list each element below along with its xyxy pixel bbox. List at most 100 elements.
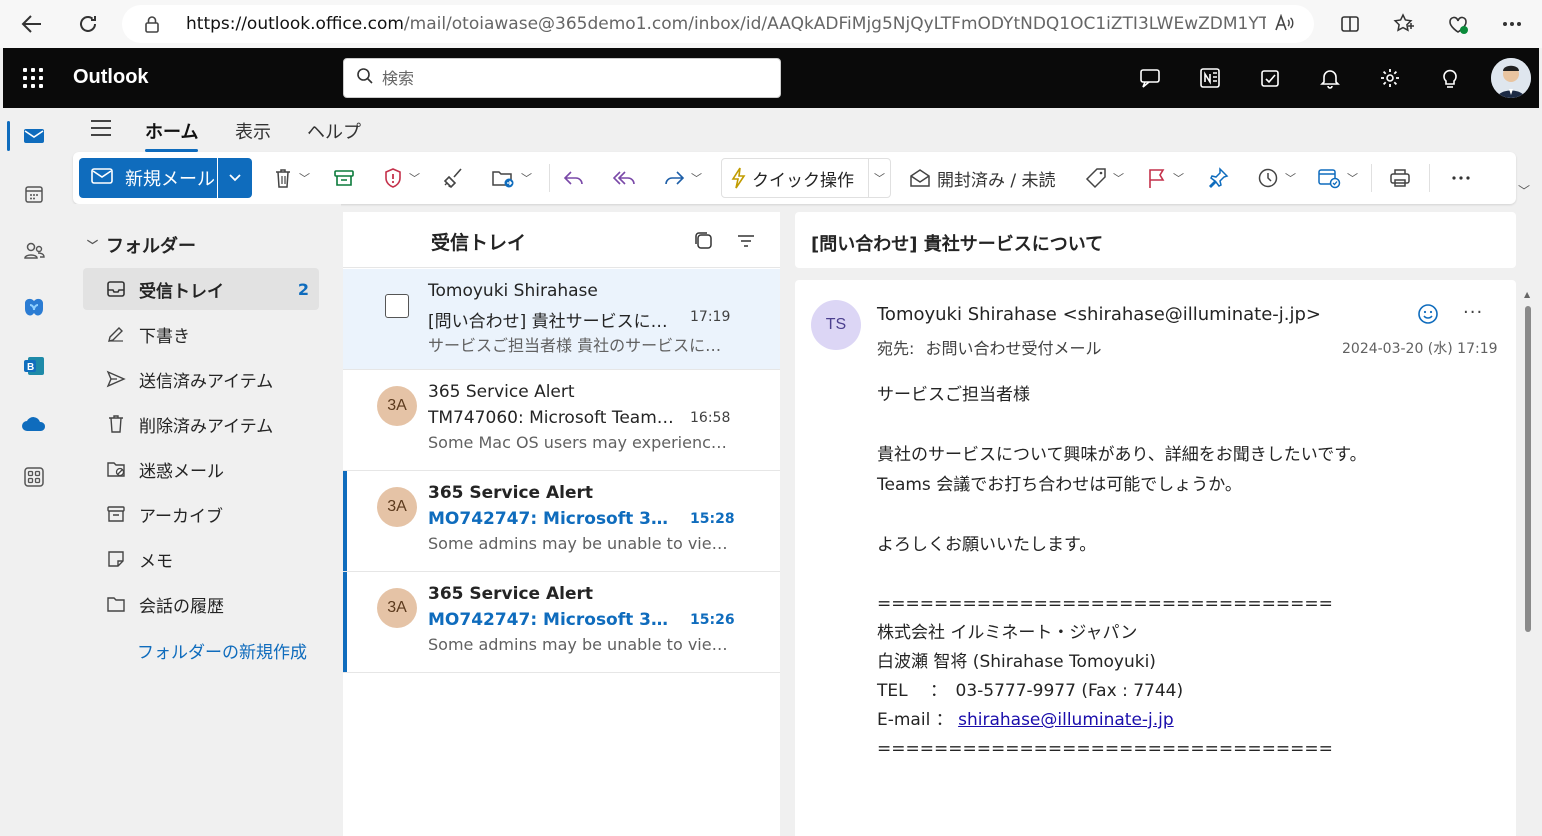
- pin-icon: [1208, 167, 1229, 189]
- chevron-down-icon: ﹀: [87, 239, 98, 252]
- folders-header[interactable]: ﹀ フォルダー: [87, 232, 196, 258]
- tab-home[interactable]: ホーム: [145, 118, 199, 152]
- shield-icon: [385, 168, 401, 188]
- browser-menu-icon[interactable]: [1498, 10, 1526, 38]
- select-mode-icon[interactable]: [693, 230, 715, 252]
- folder-item-junk[interactable]: 迷惑メール: [83, 448, 319, 490]
- onenote-icon[interactable]: [1195, 63, 1225, 93]
- folder-item-notes[interactable]: メモ: [83, 538, 319, 580]
- reply-button[interactable]: [563, 166, 585, 190]
- sweep-button[interactable]: [443, 166, 465, 190]
- archive-icon: [105, 503, 127, 525]
- folder-label: 送信済みアイテム: [139, 371, 274, 392]
- body-line: 貴社のサービスについて興味があり、詳細をお聞きしたいです。: [877, 445, 1367, 465]
- people-icon[interactable]: [19, 236, 49, 266]
- address-bar[interactable]: https://outlook.office.com/mail/otoiawas…: [122, 5, 1314, 43]
- folder-item-sent[interactable]: 送信済みアイテム: [83, 358, 319, 400]
- folder-item-conversation-history[interactable]: 会話の履歴: [83, 583, 319, 625]
- new-mail-dropdown[interactable]: [218, 158, 252, 198]
- chevron-down-icon: ﹀: [1347, 172, 1358, 185]
- message-row[interactable]: Tomoyuki Shirahase [問い合わせ] 貴社サービスについて 17…: [343, 269, 780, 370]
- folder-label: アーカイブ: [139, 506, 223, 527]
- unread-count-badge: 2: [297, 279, 309, 299]
- forward-button[interactable]: ﹀: [663, 166, 702, 190]
- rules-button[interactable]: ﹀: [1317, 166, 1358, 190]
- new-mail-button[interactable]: 新規メール: [79, 158, 217, 198]
- lightbulb-icon[interactable]: [1435, 63, 1465, 93]
- rules-icon: [1318, 169, 1341, 189]
- report-button[interactable]: ﹀: [383, 166, 420, 190]
- recipient-name[interactable]: お問い合わせ受付メール: [926, 339, 1102, 358]
- bell-icon[interactable]: [1315, 63, 1345, 93]
- browser-essentials-icon[interactable]: [1444, 10, 1472, 38]
- quick-action-dropdown[interactable]: ﹀: [868, 159, 890, 197]
- message-preview: サービスご担当者様 貴社のサービスについて興味があり: [428, 336, 728, 355]
- app-launcher-icon[interactable]: [23, 68, 43, 88]
- scrollbar-thumb[interactable]: [1525, 306, 1531, 632]
- calendar-icon[interactable]: [19, 179, 49, 209]
- junk-icon: [105, 458, 127, 480]
- back-icon[interactable]: [16, 8, 48, 40]
- todo-icon[interactable]: [1255, 63, 1285, 93]
- read-aloud-icon[interactable]: [1274, 13, 1294, 36]
- search-box[interactable]: [343, 58, 781, 98]
- onedrive-icon[interactable]: [19, 409, 49, 439]
- quick-action-button[interactable]: クイック操作 ﹀: [721, 158, 891, 198]
- tag-icon: [1085, 168, 1106, 189]
- archive-button[interactable]: [333, 166, 355, 190]
- copilot-icon[interactable]: [19, 293, 49, 323]
- body-closing: よろしくお願いいたします。: [877, 535, 1097, 555]
- categorize-button[interactable]: ﹀: [1085, 166, 1124, 190]
- reply-all-icon: [613, 171, 635, 185]
- rail-selection-indicator: [7, 121, 10, 151]
- message-checkbox[interactable]: [385, 294, 409, 318]
- hamburger-icon[interactable]: [91, 120, 111, 136]
- more-apps-icon[interactable]: [19, 462, 49, 492]
- folder-item-inbox[interactable]: 受信トレイ 2: [83, 268, 319, 310]
- split-screen-icon[interactable]: [1336, 10, 1364, 38]
- meet-now-icon[interactable]: [1135, 63, 1165, 93]
- chevron-down-icon: ﹀: [874, 172, 885, 185]
- pin-button[interactable]: [1207, 166, 1229, 190]
- tab-help[interactable]: ヘルプ: [307, 118, 361, 144]
- message-row[interactable]: 3A 365 Service Alert MO742747: Microsoft…: [343, 572, 780, 673]
- more-options-button[interactable]: [1451, 166, 1471, 190]
- message-row[interactable]: 3A 365 Service Alert TM747060: Microsoft…: [343, 370, 780, 471]
- read-unread-button[interactable]: 開封済み / 未読: [909, 166, 1056, 191]
- move-to-button[interactable]: ﹀: [491, 166, 532, 190]
- new-folder-link[interactable]: フォルダーの新規作成: [137, 638, 307, 663]
- message-row[interactable]: 3A 365 Service Alert MO742747: Microsoft…: [343, 471, 780, 572]
- folder-item-deleted[interactable]: 削除済みアイテム: [83, 403, 319, 445]
- signature-company: 株式会社 イルミネート・ジャパン: [877, 623, 1138, 643]
- mail-icon[interactable]: [19, 121, 49, 151]
- search-input[interactable]: [382, 68, 762, 88]
- reply-all-button[interactable]: [613, 166, 637, 190]
- bookings-icon[interactable]: B: [19, 351, 49, 381]
- filter-icon[interactable]: [735, 230, 757, 252]
- delete-button[interactable]: ﹀: [273, 166, 310, 190]
- favorites-icon[interactable]: [1390, 10, 1418, 38]
- reaction-icon[interactable]: [1416, 302, 1440, 326]
- refresh-icon[interactable]: [72, 8, 104, 40]
- gear-icon[interactable]: [1375, 63, 1405, 93]
- snooze-button[interactable]: ﹀: [1257, 166, 1296, 190]
- flag-button[interactable]: ﹀: [1147, 166, 1184, 190]
- ribbon-expand-icon[interactable]: ﹀: [1518, 182, 1534, 198]
- scroll-up-icon[interactable]: ▲: [1524, 290, 1530, 299]
- folder-label: 受信トレイ: [139, 281, 224, 302]
- reading-scrollbar[interactable]: ▲: [1524, 290, 1532, 830]
- more-actions-icon[interactable]: ···: [1463, 302, 1483, 323]
- sender-address[interactable]: Tomoyuki Shirahase <shirahase@illuminate…: [877, 304, 1321, 325]
- tab-view[interactable]: 表示: [235, 118, 271, 144]
- sender-avatar[interactable]: TS: [811, 300, 861, 350]
- folder-item-archive[interactable]: アーカイブ: [83, 493, 319, 535]
- message-subject: [問い合わせ] 貴社サービスについて: [428, 312, 678, 332]
- print-button[interactable]: [1389, 166, 1411, 190]
- lightning-icon: [731, 167, 746, 189]
- message-sender: Tomoyuki Shirahase: [428, 281, 598, 301]
- app-title[interactable]: Outlook: [73, 66, 149, 89]
- user-avatar[interactable]: [1491, 58, 1531, 98]
- folder-label: メモ: [139, 551, 173, 572]
- email-link[interactable]: shirahase@illuminate-j.jp: [958, 710, 1174, 730]
- folder-item-drafts[interactable]: 下書き: [83, 313, 319, 355]
